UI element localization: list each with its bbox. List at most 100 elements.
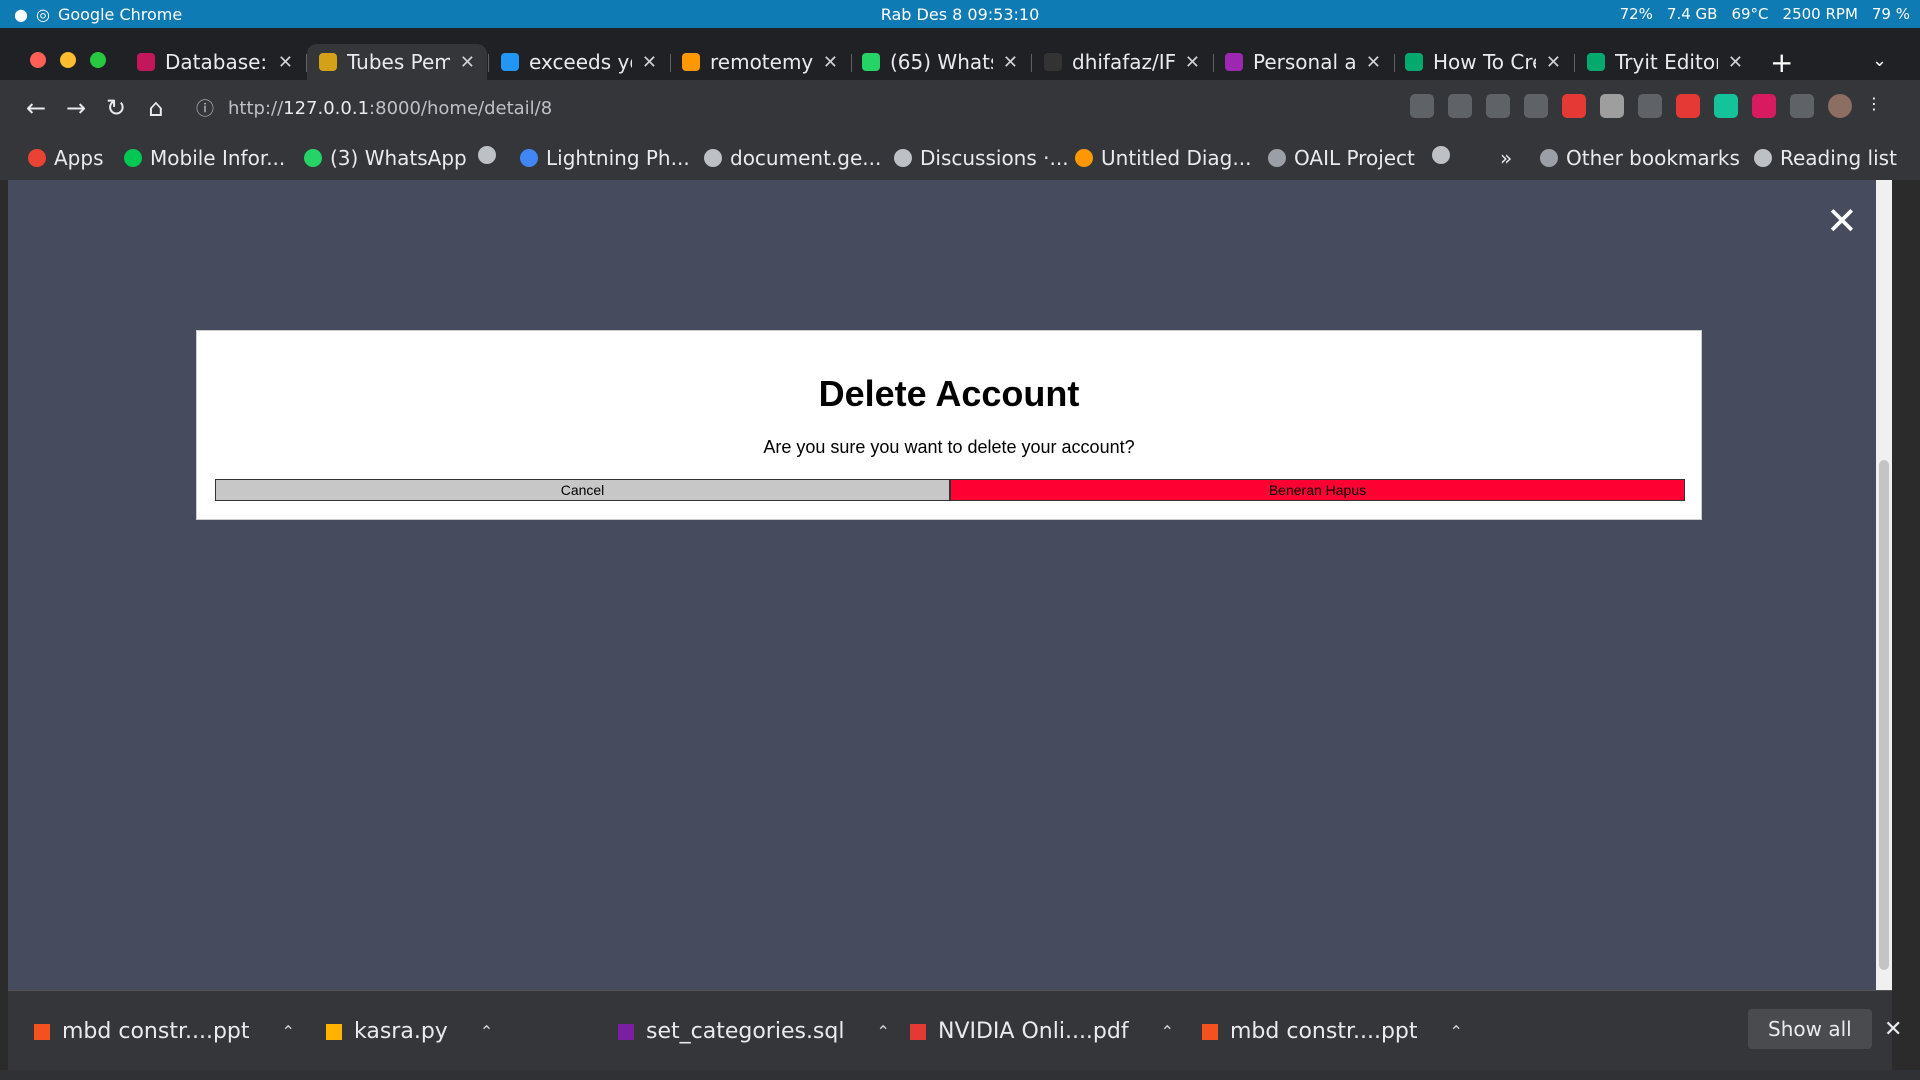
bookmark-label: » — [1500, 146, 1513, 170]
editor-status-strip — [0, 1070, 1920, 1080]
bookmark-icon — [1540, 149, 1558, 167]
menu-kebab-icon[interactable]: ⋮ — [1866, 94, 1890, 118]
tab-label: dhifafaz/IF — [1072, 50, 1175, 74]
download-options-chevron-icon[interactable]: ⌃ — [1450, 1022, 1463, 1041]
tab-close-icon[interactable]: ✕ — [460, 52, 475, 73]
scrollbar-thumb[interactable] — [1879, 460, 1889, 970]
download-filename: set_categories.sql — [646, 1019, 845, 1044]
bookmark-item[interactable]: Mobile Infor... — [124, 146, 285, 170]
tab[interactable]: Tubes Pem ✕ — [307, 44, 487, 80]
grammarly-icon[interactable] — [1714, 94, 1738, 118]
toolbar: ← → ↻ ⌂ ⓘ http://127.0.0.1:8000/home/det… — [0, 80, 1920, 136]
bookmark-item[interactable]: Discussions ·... — [894, 146, 1069, 170]
tab-strip: Database: (✕Tubes Pem✕exceeds yo✕remotem… — [0, 28, 1920, 80]
modal-title: Delete Account — [818, 373, 1080, 414]
clock[interactable]: Rab Des 8 09:53:10 — [881, 5, 1040, 24]
tab-close-icon[interactable]: ✕ — [1185, 52, 1200, 73]
tab[interactable]: Tryit Editor ✕ — [1575, 44, 1755, 80]
tab-close-icon[interactable]: ✕ — [278, 52, 293, 73]
tab-close-icon[interactable]: ✕ — [642, 52, 657, 73]
bookmark-item[interactable]: Other bookmarks — [1540, 146, 1740, 170]
forward-icon[interactable]: → — [56, 94, 96, 122]
confirm-delete-button[interactable]: Beneran Hapus — [950, 479, 1685, 501]
bookmark-item[interactable]: Lightning Ph... — [520, 146, 690, 170]
download-item[interactable]: mbd constr....ppt ⌃ — [34, 1019, 295, 1044]
tab-label: Database: ( — [165, 50, 268, 74]
extension-globe-icon[interactable] — [1752, 94, 1776, 118]
bookmark-item[interactable] — [1432, 146, 1458, 164]
bookmarks-bar: Apps Mobile Infor... (3) WhatsApp Lightning… — [0, 136, 1920, 180]
page-viewport: ✕ Delete Account Are you sure you want t… — [8, 180, 1892, 990]
bookmark-icon — [1432, 146, 1450, 164]
adblock-icon[interactable] — [1676, 94, 1700, 118]
tab[interactable]: Personal ap ✕ — [1213, 44, 1393, 80]
download-item[interactable]: NVIDIA Onli....pdf ⌃ — [910, 1019, 1174, 1044]
download-item[interactable]: mbd constr....ppt ⌃ — [1202, 1019, 1463, 1044]
download-options-chevron-icon[interactable]: ⌃ — [876, 1022, 889, 1041]
tab[interactable]: Database: ( ✕ — [125, 44, 305, 80]
bookmark-item[interactable]: Apps — [28, 146, 104, 170]
tab[interactable]: dhifafaz/IF ✕ — [1032, 44, 1212, 80]
tab[interactable]: (65) Whats ✕ — [850, 44, 1030, 80]
tab-close-icon[interactable]: ✕ — [1728, 52, 1743, 73]
close-download-shelf-icon[interactable]: ✕ — [1884, 1017, 1902, 1042]
system-top-bar: ● ◎ Google Chrome Rab Des 8 09:53:10 72%… — [0, 0, 1920, 28]
tab-close-icon[interactable]: ✕ — [1003, 52, 1018, 73]
battery-icon-percent[interactable]: 79 % — [1872, 5, 1910, 23]
tab[interactable]: remotemys ✕ — [670, 44, 850, 80]
browser-chrome: Database: (✕Tubes Pem✕exceeds yo✕remotem… — [0, 28, 1920, 180]
download-options-chevron-icon[interactable]: ⌃ — [282, 1022, 295, 1041]
extension-red-icon[interactable] — [1562, 94, 1586, 118]
download-item[interactable]: set_categories.sql ⌃ — [618, 1019, 890, 1044]
back-icon[interactable]: ← — [16, 94, 56, 122]
profile-avatar[interactable] — [1828, 94, 1852, 118]
bookmark-item[interactable]: » — [1500, 146, 1512, 170]
apple-icon[interactable]: ● — [14, 5, 28, 24]
bookmark-item[interactable]: document.ge... — [704, 146, 881, 170]
tab[interactable]: How To Cre ✕ — [1393, 44, 1573, 80]
tab[interactable]: exceeds yo ✕ — [489, 44, 669, 80]
home-icon[interactable]: ⌂ — [136, 94, 176, 122]
extensions-puzzle-icon[interactable] — [1790, 94, 1814, 118]
site-info-icon[interactable]: ⓘ — [196, 95, 214, 121]
bookmark-label: document.ge... — [730, 146, 882, 170]
open-in-icon[interactable] — [1410, 94, 1434, 118]
bookmark-label: Apps — [54, 146, 104, 170]
download-item[interactable]: kasra.py ⌃ — [326, 1019, 493, 1044]
send-icon[interactable] — [1486, 94, 1510, 118]
tab-favicon-icon — [1225, 53, 1243, 71]
new-tab-button[interactable]: + — [1770, 46, 1793, 79]
bookmark-label: Reading list — [1780, 146, 1897, 170]
tab-close-icon[interactable]: ✕ — [1546, 52, 1561, 73]
zoom-icon[interactable] — [1448, 94, 1472, 118]
minimize-window-button[interactable] — [60, 52, 76, 68]
reload-icon[interactable]: ↻ — [96, 94, 136, 122]
tab-close-icon[interactable]: ✕ — [823, 52, 838, 73]
file-icon — [1202, 1023, 1218, 1040]
extension-gray-icon[interactable] — [1600, 94, 1624, 118]
bookmark-item[interactable]: Untitled Diag... — [1075, 146, 1251, 170]
show-all-downloads-button[interactable]: Show all — [1748, 1009, 1872, 1049]
download-options-chevron-icon[interactable]: ⌃ — [480, 1022, 493, 1041]
tab-close-icon[interactable]: ✕ — [1366, 52, 1381, 73]
bookmark-item[interactable] — [478, 146, 504, 164]
tab-search-chevron-icon[interactable]: ⌄ — [1872, 50, 1887, 71]
vertical-scrollbar[interactable] — [1876, 180, 1892, 990]
close-window-button[interactable] — [30, 52, 46, 68]
download-options-chevron-icon[interactable]: ⌃ — [1161, 1022, 1174, 1041]
tab-favicon-icon — [137, 53, 155, 71]
url-host: 127.0.0.1 — [283, 97, 370, 119]
maximize-window-button[interactable] — [90, 52, 106, 68]
bookmark-item[interactable]: OAIL Project — [1268, 146, 1415, 170]
close-icon[interactable]: ✕ — [1826, 202, 1858, 240]
address-bar[interactable]: ⓘ http://127.0.0.1:8000/home/detail/8 — [196, 88, 1376, 128]
bookmark-item[interactable]: (3) WhatsApp — [304, 146, 467, 170]
bookmark-item[interactable]: Reading list — [1754, 146, 1897, 170]
download-filename: NVIDIA Onli....pdf — [938, 1019, 1129, 1044]
download-filename: mbd constr....ppt — [1230, 1019, 1418, 1044]
file-icon — [618, 1023, 634, 1040]
react-devtools-icon[interactable] — [1638, 94, 1662, 118]
cancel-button[interactable]: Cancel — [215, 479, 950, 501]
bookmark-icon — [704, 149, 722, 167]
bookmark-star-icon[interactable] — [1524, 94, 1548, 118]
